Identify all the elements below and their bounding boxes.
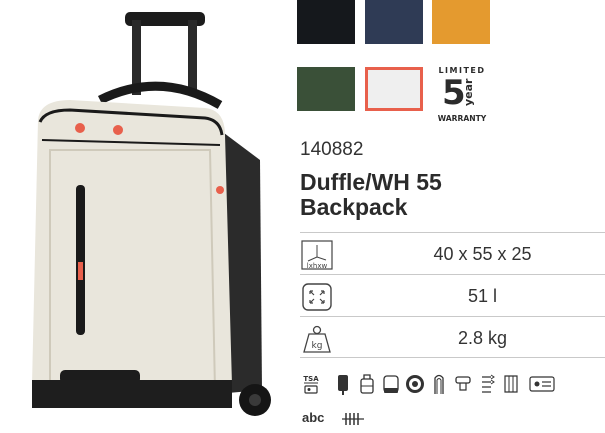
color-swatch-orange[interactable] (432, 0, 490, 44)
product-title-line1: Duffle/WH 55 (300, 169, 442, 195)
spec-volume: 51 l (467, 286, 498, 306)
spec-row-weight: kg 2.8 kg (300, 316, 605, 358)
spec-weight: 2.8 kg (457, 328, 508, 348)
warranty-word: WARRANTY (437, 114, 487, 123)
bag-icon (383, 375, 399, 393)
spec-row-dimensions: lxhxw 40 x 55 x 25 (300, 232, 605, 274)
volume-icon (302, 283, 332, 311)
expander-icon (482, 374, 495, 393)
product-image (32, 12, 271, 416)
wheel-icon (406, 375, 424, 393)
id-card-icon (529, 376, 555, 392)
weight-icon: kg (303, 325, 331, 353)
product-title: Duffle/WH 55 Backpack (300, 170, 600, 220)
tsa-lock-icon: TSA (303, 375, 319, 394)
weight-icon-label: kg (312, 341, 323, 351)
luggage-icon (360, 374, 374, 394)
lock-icon (338, 375, 348, 395)
feature-icons-row2: abc (300, 408, 380, 430)
spec-dimensions: 40 x 55 x 25 (433, 244, 532, 264)
abc-label-icon: abc (302, 410, 325, 425)
zipper-icon (342, 413, 364, 425)
dimensions-icon: lxhxw (301, 240, 333, 270)
handle-icon (455, 376, 471, 391)
color-swatch-white[interactable] (365, 67, 423, 111)
backpack-strap-icon (434, 374, 444, 394)
spec-row-volume: 51 l (300, 274, 605, 316)
product-sku: 140882 (300, 139, 364, 160)
feature-icons: TSA (300, 372, 600, 396)
tsa-label: TSA (303, 375, 319, 383)
fold-icon (504, 375, 518, 393)
color-swatch-green[interactable] (297, 67, 355, 111)
color-swatch-black[interactable] (297, 0, 355, 44)
product-title-line2: Backpack (300, 194, 408, 220)
color-swatch-navy[interactable] (365, 0, 423, 44)
warranty-badge: LIMITED 5 year WARRANTY (432, 66, 492, 126)
warranty-year-word: year (462, 78, 475, 106)
dimensions-icon-label: lxhxw (307, 262, 328, 270)
